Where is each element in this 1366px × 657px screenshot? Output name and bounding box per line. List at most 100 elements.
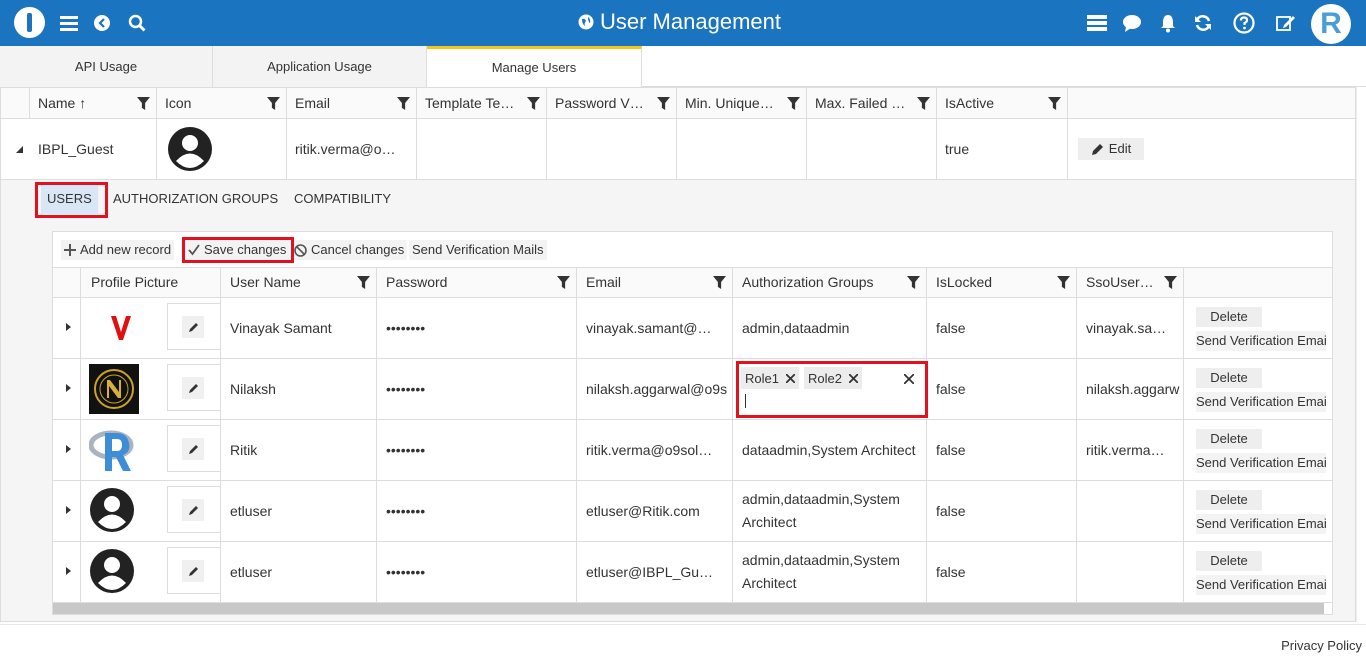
header-authorization-groups[interactable]: Authorization Groups — [733, 268, 927, 297]
tab-manage-users[interactable]: Manage Users — [427, 46, 642, 87]
edit-button[interactable]: Edit — [1078, 138, 1144, 160]
filter-icon[interactable] — [713, 276, 726, 289]
cell-email[interactable]: ritik.verma@o9sol… — [577, 420, 733, 480]
privacy-policy-link[interactable]: Privacy Policy — [1281, 638, 1362, 653]
filter-icon[interactable] — [917, 97, 930, 110]
cell-islocked[interactable]: false — [927, 542, 1077, 602]
collapse-toggle[interactable] — [1, 119, 30, 180]
collapse-arrow-icon[interactable] — [16, 146, 23, 153]
cell-email[interactable]: nilaksh.aggarwal@o9s — [577, 359, 733, 419]
vertical-scrollbar[interactable] — [1356, 87, 1366, 622]
send-verification-email-button[interactable]: Send Verification Email — [1196, 453, 1326, 473]
cell-password[interactable]: •••••••• — [377, 481, 577, 541]
cell-ssouser[interactable]: vinayak.sa… — [1077, 298, 1184, 358]
filter-icon[interactable] — [1164, 276, 1177, 289]
header-password[interactable]: Password V… — [547, 88, 677, 119]
cell-authorization-groups[interactable]: admin,dataadmin — [733, 298, 927, 358]
filter-icon[interactable] — [557, 276, 570, 289]
filter-icon[interactable] — [787, 97, 800, 110]
user-avatar[interactable]: R — [1311, 4, 1351, 44]
cell-email[interactable]: etluser@Ritik.com — [577, 481, 733, 541]
cell-password[interactable]: •••••••• — [377, 298, 577, 358]
filter-icon[interactable] — [527, 97, 540, 110]
delete-button[interactable]: Delete — [1196, 551, 1262, 571]
send-verification-email-button[interactable]: Send Verification Email — [1196, 575, 1326, 595]
expand-toggle[interactable] — [53, 542, 81, 602]
header-profile-picture[interactable]: Profile Picture — [81, 268, 221, 297]
cell-ssouser[interactable]: ritik.verma… — [1077, 420, 1184, 480]
filter-icon[interactable] — [657, 97, 670, 110]
cell-authorization-groups[interactable]: admin,dataadmin,System Architect — [733, 542, 927, 602]
clear-icon[interactable] — [904, 374, 914, 384]
header-email[interactable]: Email — [287, 88, 417, 119]
filter-icon[interactable] — [137, 97, 150, 110]
delete-button[interactable]: Delete — [1196, 490, 1262, 510]
expand-arrow-icon[interactable] — [66, 323, 71, 331]
cell-user-name[interactable]: etluser — [221, 481, 377, 541]
help-icon[interactable] — [1232, 11, 1256, 35]
header-isactive[interactable]: IsActive — [937, 88, 1068, 119]
expand-arrow-icon[interactable] — [66, 567, 71, 575]
save-changes-button[interactable]: Save changes — [185, 240, 290, 260]
expand-arrow-icon[interactable] — [66, 506, 71, 514]
send-verification-mails-button[interactable]: Send Verification Mails — [409, 240, 547, 260]
cell-islocked[interactable]: false — [927, 298, 1077, 358]
chat-icon[interactable] — [1120, 11, 1144, 35]
expand-toggle[interactable] — [53, 481, 81, 541]
edit-picture-button[interactable] — [182, 560, 204, 582]
send-verification-email-button[interactable]: Send Verification Email — [1196, 392, 1326, 412]
filter-icon[interactable] — [357, 276, 370, 289]
edit-note-icon[interactable] — [1274, 11, 1298, 35]
filter-icon[interactable] — [267, 97, 280, 110]
cell-password[interactable]: •••••••• — [377, 420, 577, 480]
cell-user-name[interactable]: Vinayak Samant — [221, 298, 377, 358]
edit-picture-button[interactable] — [182, 377, 204, 399]
cell-authorization-groups[interactable]: Role1 Role2 — [733, 359, 927, 419]
header-ssouser[interactable]: SsoUser… — [1077, 268, 1184, 297]
header-user-name[interactable]: User Name — [221, 268, 377, 297]
tab-authorization-groups[interactable]: AUTHORIZATION GROUPS — [107, 184, 284, 214]
send-verification-email-button[interactable]: Send Verification Email — [1196, 514, 1326, 534]
header-name[interactable]: Name ↑ — [30, 88, 157, 119]
expand-toggle[interactable] — [53, 420, 81, 480]
edit-picture-button[interactable] — [182, 499, 204, 521]
cell-authorization-groups[interactable]: dataadmin,System Architect — [733, 420, 927, 480]
cell-user-name[interactable]: Ritik — [221, 420, 377, 480]
cell-email[interactable]: etluser@IBPL_Gu… — [577, 542, 733, 602]
filter-icon[interactable] — [907, 276, 920, 289]
cell-user-name[interactable]: Nilaksh — [221, 359, 377, 419]
search-icon[interactable] — [125, 11, 149, 35]
cell-ssouser[interactable] — [1077, 542, 1184, 602]
expand-toggle[interactable] — [53, 359, 81, 419]
cell-islocked[interactable]: false — [927, 359, 1077, 419]
cell-authorization-groups[interactable]: admin,dataadmin,System Architect — [733, 481, 927, 541]
expand-toggle[interactable] — [53, 298, 81, 358]
delete-button[interactable]: Delete — [1196, 429, 1262, 449]
remove-icon[interactable] — [848, 373, 858, 383]
header-password[interactable]: Password — [377, 268, 577, 297]
cell-ssouser[interactable] — [1077, 481, 1184, 541]
groups-multiselect[interactable]: Role1 Role2 — [737, 364, 921, 414]
cell-islocked[interactable]: false — [927, 420, 1077, 480]
delete-button[interactable]: Delete — [1196, 368, 1262, 388]
app-logo[interactable] — [14, 7, 45, 38]
edit-picture-button[interactable] — [182, 438, 204, 460]
cell-islocked[interactable]: false — [927, 481, 1077, 541]
back-icon[interactable] — [90, 11, 114, 35]
send-verification-email-button[interactable]: Send Verification Email — [1196, 331, 1326, 351]
header-email[interactable]: Email — [577, 268, 733, 297]
cell-email[interactable]: vinayak.samant@… — [577, 298, 733, 358]
expand-arrow-icon[interactable] — [66, 384, 71, 392]
header-max-failed[interactable]: Max. Failed … — [807, 88, 937, 119]
edit-picture-button[interactable] — [182, 316, 204, 338]
tab-api-usage[interactable]: API Usage — [0, 46, 213, 87]
filter-icon[interactable] — [1057, 276, 1070, 289]
expand-arrow-icon[interactable] — [66, 445, 71, 453]
add-record-button[interactable]: Add new record — [61, 240, 175, 260]
remove-icon[interactable] — [785, 373, 795, 383]
horizontal-scrollbar[interactable] — [53, 603, 1324, 614]
tab-compatibility[interactable]: COMPATIBILITY — [288, 184, 397, 214]
tab-application-usage[interactable]: Application Usage — [213, 46, 427, 87]
filter-icon[interactable] — [397, 97, 410, 110]
cell-user-name[interactable]: etluser — [221, 542, 377, 602]
